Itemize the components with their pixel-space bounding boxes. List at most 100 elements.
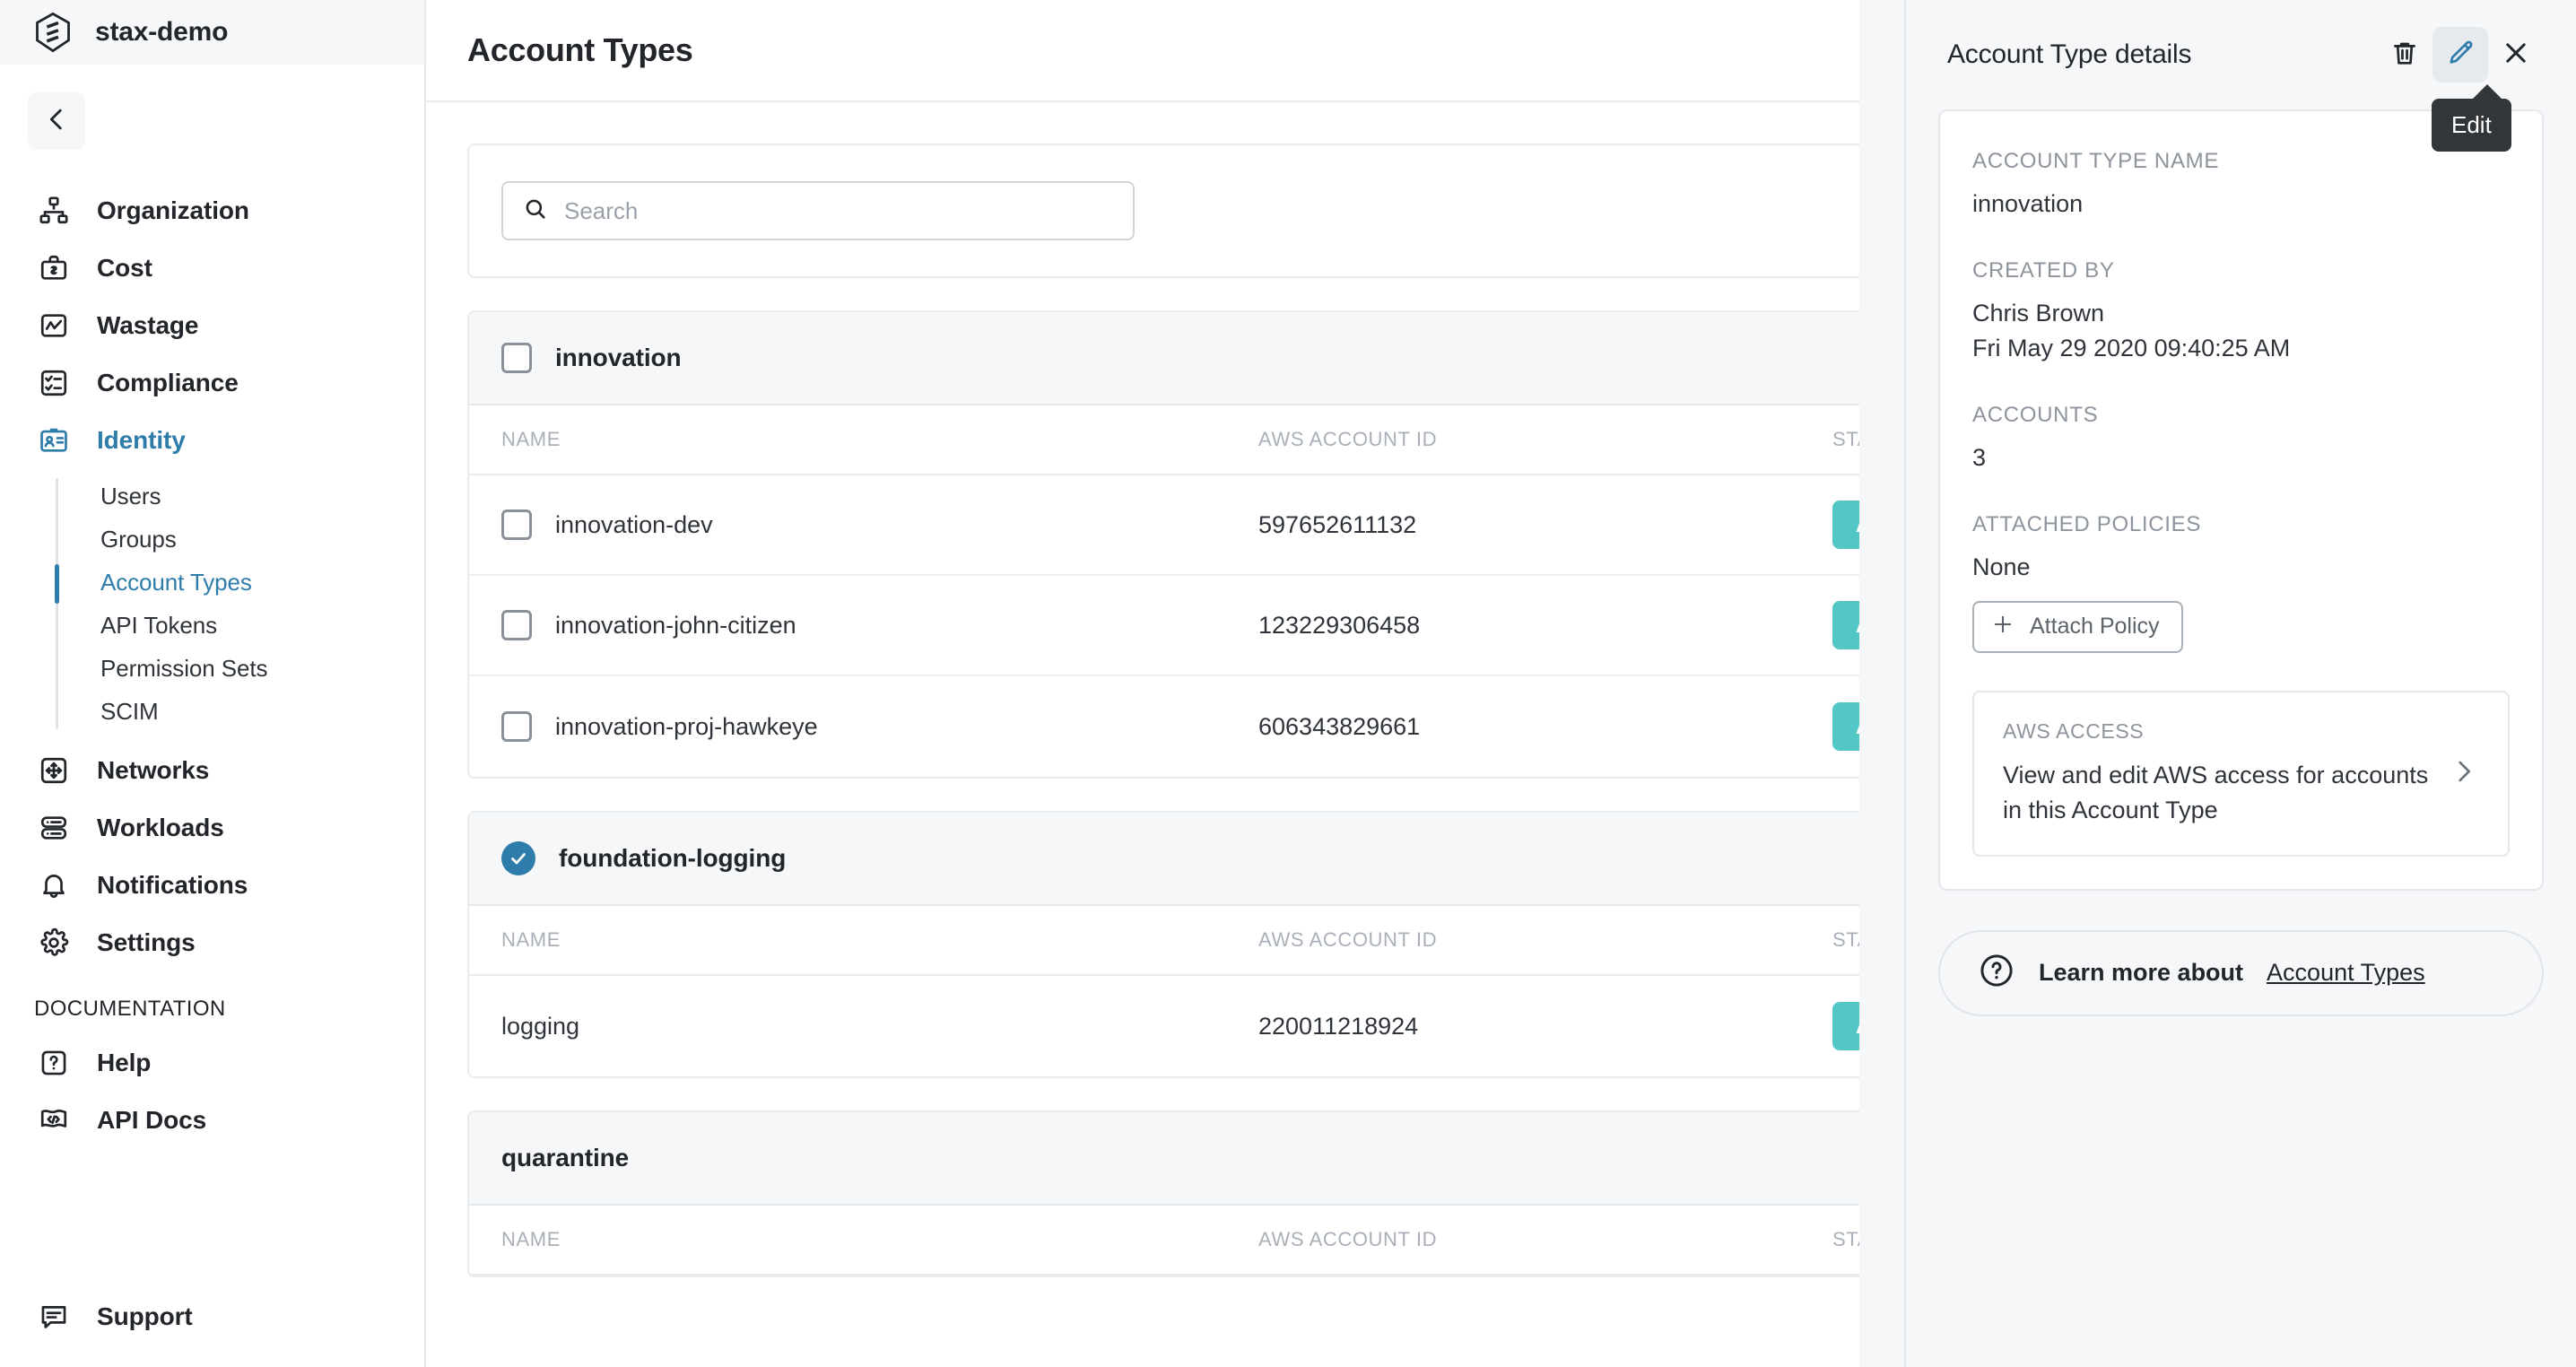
sidebar-item-api-tokens[interactable]: API Tokens	[100, 604, 424, 647]
cell-name: innovation-john-citizen	[555, 611, 796, 639]
panel-title: Account Type details	[1947, 39, 2192, 69]
row-checkbox[interactable]	[501, 711, 532, 742]
column-header-account-id: AWS ACCOUNT ID	[1258, 928, 1438, 951]
server-stack-icon	[34, 808, 74, 848]
aws-access-card[interactable]: AWS ACCESS View and edit AWS access for …	[1972, 690, 2510, 857]
sidebar-item-label: Networks	[97, 756, 210, 784]
sidebar-footer: Support	[0, 1288, 424, 1367]
field-value: 3	[1972, 443, 1987, 471]
account-type-details-panel: Account Type details Edit ACCOUNT TYPE N…	[1904, 0, 2576, 1367]
learn-more-link[interactable]: Account Types	[2267, 959, 2425, 987]
close-button[interactable]	[2488, 27, 2544, 83]
sidebar-item-api-docs[interactable]: API Docs	[0, 1092, 424, 1149]
field-label: ACCOUNTS	[1972, 402, 2099, 427]
group-name: foundation-logging	[559, 844, 787, 872]
field-label: ACCOUNT TYPE NAME	[1972, 149, 2220, 173]
brand-name: stax-demo	[95, 17, 229, 47]
plus-icon	[1990, 612, 2015, 641]
close-icon	[2501, 38, 2531, 73]
subnav-active-indicator	[55, 564, 59, 604]
sidebar-item-groups[interactable]: Groups	[100, 518, 424, 561]
trash-icon	[2389, 38, 2420, 73]
chat-bubble-icon	[34, 1297, 74, 1337]
line-chart-icon	[34, 306, 74, 345]
edit-button[interactable]	[2432, 27, 2488, 83]
field-value-user: Chris Brown	[1972, 300, 2105, 327]
cell-account-id: 597652611132	[1258, 510, 1417, 538]
row-checkbox[interactable]	[501, 509, 532, 540]
cell-name: innovation-dev	[555, 510, 713, 538]
sidebar-collapse-button[interactable]	[28, 92, 85, 150]
sidebar-item-organization[interactable]: Organization	[0, 182, 424, 239]
gear-icon	[34, 923, 74, 962]
subnav-rail	[56, 478, 58, 729]
sidebar-item-label: Workloads	[97, 814, 224, 841]
sidebar-item-workloads[interactable]: Workloads	[0, 799, 424, 857]
question-circle-icon	[1978, 952, 2015, 994]
stax-hexagon-logo-icon	[34, 12, 72, 53]
sidebar-item-notifications[interactable]: Notifications	[0, 857, 424, 914]
sidebar-item-label: Organization	[97, 196, 249, 224]
field-value: innovation	[1972, 190, 2084, 217]
field-accounts: ACCOUNTS 3	[1972, 403, 2510, 475]
attach-policy-button[interactable]: Attach Policy	[1972, 600, 2183, 653]
learn-more-box[interactable]: Learn more about Account Types	[1938, 929, 2544, 1016]
sidebar-item-label: Identity	[97, 426, 186, 454]
checklist-icon	[34, 363, 74, 403]
group-name: innovation	[555, 344, 682, 371]
sidebar-nav: Organization Cost Wastage Compliance Ide…	[0, 150, 424, 1288]
column-header-account-id: AWS ACCOUNT ID	[1258, 428, 1438, 450]
sidebar-item-identity[interactable]: Identity	[0, 412, 424, 469]
sidebar-item-account-types[interactable]: Account Types	[100, 561, 424, 604]
chevron-right-icon	[2449, 756, 2479, 791]
group-checkbox[interactable]	[501, 343, 532, 373]
aws-access-label: AWS ACCESS	[2003, 718, 2145, 743]
bell-icon	[34, 866, 74, 905]
brand-header[interactable]: stax-demo	[0, 0, 424, 65]
code-flag-icon	[34, 1101, 74, 1140]
sidebar-item-scim[interactable]: SCIM	[100, 690, 424, 733]
row-checkbox[interactable]	[501, 610, 532, 640]
column-header-name: NAME	[501, 928, 561, 951]
sidebar-item-users[interactable]: Users	[100, 475, 424, 518]
left-sidebar: stax-demo Organization Cost Wastage Comp…	[0, 0, 426, 1367]
arrows-expand-icon	[34, 751, 74, 790]
subitem-label: Permission Sets	[100, 654, 268, 682]
sidebar-item-networks[interactable]: Networks	[0, 742, 424, 799]
page-title: Account Types	[467, 31, 693, 68]
subitem-label: Users	[100, 482, 161, 509]
documentation-section-label: DOCUMENTATION	[34, 997, 226, 1021]
sidebar-item-label: Compliance	[97, 369, 239, 396]
sidebar-item-cost[interactable]: Cost	[0, 239, 424, 297]
aws-access-text: View and edit AWS access for accounts in…	[2003, 761, 2429, 823]
cell-name: innovation-proj-hawkeye	[555, 712, 818, 740]
sidebar-item-wastage[interactable]: Wastage	[0, 297, 424, 354]
sidebar-item-label: Support	[97, 1302, 193, 1330]
sidebar-item-support[interactable]: Support	[0, 1288, 424, 1345]
delete-button[interactable]	[2377, 27, 2432, 83]
sidebar-item-settings[interactable]: Settings	[0, 914, 424, 971]
subitem-label: Groups	[100, 525, 177, 553]
field-label: ATTACHED POLICIES	[1972, 512, 2202, 537]
subitem-label: Account Types	[100, 568, 252, 596]
field-account-type-name: ACCOUNT TYPE NAME innovation	[1972, 149, 2510, 221]
panel-gap-strip	[1859, 0, 1904, 1367]
field-value: None	[1972, 553, 2031, 581]
identity-subnav: Users Groups Account Types API Tokens Pe…	[0, 475, 424, 733]
edit-tooltip: Edit	[2432, 84, 2511, 152]
sidebar-item-compliance[interactable]: Compliance	[0, 354, 424, 412]
search-input[interactable]: Search	[501, 181, 1135, 240]
chevron-left-icon	[41, 104, 72, 139]
group-name: quarantine	[501, 1144, 630, 1171]
sidebar-item-help[interactable]: Help	[0, 1034, 424, 1092]
sidebar-item-permission-sets[interactable]: Permission Sets	[100, 647, 424, 690]
group-checkbox[interactable]	[501, 841, 535, 875]
sidebar-item-label: API Docs	[97, 1106, 207, 1134]
field-attached-policies: ATTACHED POLICIES None Attach Policy	[1972, 512, 2510, 653]
field-value-timestamp: Fri May 29 2020 09:40:25 AM	[1972, 334, 2291, 361]
column-header-account-id: AWS ACCOUNT ID	[1258, 1228, 1438, 1250]
attach-policy-label: Attach Policy	[2030, 614, 2160, 640]
cell-name: logging	[501, 1012, 580, 1040]
panel-header: Account Type details	[1938, 0, 2544, 109]
details-card: ACCOUNT TYPE NAME innovation CREATED BY …	[1938, 109, 2544, 891]
